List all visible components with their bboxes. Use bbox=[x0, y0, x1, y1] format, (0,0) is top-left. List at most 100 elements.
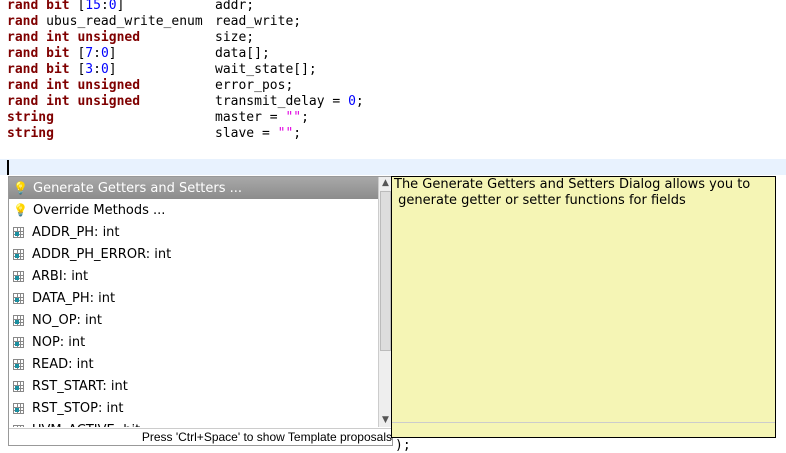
proposal-item[interactable]: NO_OP: int bbox=[9, 309, 378, 331]
proposal-label: NOP: int bbox=[32, 334, 86, 350]
range-part: : bbox=[100, 0, 109, 13]
variable-name: master = bbox=[215, 110, 286, 125]
field-icon bbox=[13, 336, 24, 348]
var-decl: slave = ""; bbox=[215, 126, 301, 142]
proposal-item[interactable]: ADDR_PH: int bbox=[9, 221, 378, 243]
type-keyword: rand bit bbox=[7, 46, 78, 61]
code-line: rand int unsigned transmit_delay = 0; bbox=[7, 94, 364, 110]
type-keyword: rand bit bbox=[7, 0, 78, 13]
proposal-item[interactable]: RST_START: int bbox=[9, 375, 378, 397]
code-line: rand bit [7:0] data[]; bbox=[7, 46, 270, 62]
lightbulb-icon: 💡 bbox=[13, 181, 28, 195]
variable-name: size; bbox=[215, 30, 255, 45]
var-decl: size; bbox=[215, 30, 254, 46]
type-keyword: string bbox=[7, 110, 54, 125]
variable-name: slave = bbox=[215, 126, 278, 141]
var-decl: data[]; bbox=[215, 46, 270, 62]
code-line: rand bit [15:0] addr; bbox=[7, 0, 254, 14]
field-icon bbox=[13, 226, 24, 238]
scrollbar[interactable]: ▲ ▼ bbox=[378, 177, 392, 427]
proposal-list[interactable]: 💡 Generate Getters and Setters ... 💡 Overri… bbox=[9, 177, 378, 427]
range-part: 0 bbox=[100, 62, 109, 77]
lightbulb-icon: 💡 bbox=[13, 203, 28, 217]
proposal-item[interactable]: 💡 Override Methods ... bbox=[9, 199, 378, 221]
code-fragment: ); bbox=[395, 438, 411, 453]
field-icon bbox=[13, 248, 24, 260]
proposal-label: RST_START: int bbox=[32, 378, 128, 394]
type-keyword: string bbox=[7, 126, 54, 141]
proposal-item[interactable]: RST_STOP: int bbox=[9, 397, 378, 419]
code-line: string master = ""; bbox=[7, 110, 309, 126]
tooltip-text: The Generate Getters and Setters Dialog … bbox=[394, 177, 751, 208]
var-decl: addr; bbox=[215, 0, 254, 14]
proposal-label: Generate Getters and Setters ... bbox=[33, 180, 243, 196]
string-literal: "" bbox=[285, 110, 302, 125]
var-decl: wait_state[]; bbox=[215, 62, 317, 78]
variable-name: addr; bbox=[215, 0, 255, 13]
proposal-label: NO_OP: int bbox=[32, 312, 102, 328]
proposal-label: READ: int bbox=[32, 356, 94, 372]
range-part: 0 bbox=[108, 0, 117, 13]
range-part: ] bbox=[108, 62, 117, 77]
variable-name: read_write; bbox=[215, 14, 302, 29]
semicolon: ; bbox=[293, 126, 302, 141]
current-line-highlight bbox=[0, 159, 786, 175]
proposal-item[interactable]: ARBI: int bbox=[9, 265, 378, 287]
content-assist-popup: 💡 Generate Getters and Setters ... 💡 Overri… bbox=[8, 176, 393, 446]
field-icon bbox=[13, 380, 24, 392]
proposal-label: Override Methods ... bbox=[33, 202, 166, 218]
range-part: ] bbox=[116, 0, 125, 13]
field-icon bbox=[13, 358, 24, 370]
tooltip-divider bbox=[392, 422, 775, 423]
var-decl: read_write; bbox=[215, 14, 301, 30]
code-line: rand bit [3:0] wait_state[]; bbox=[7, 62, 317, 78]
proposal-label: ADDR_PH_ERROR: int bbox=[32, 246, 172, 262]
semicolon: ; bbox=[301, 110, 309, 125]
semicolon: ; bbox=[355, 94, 364, 109]
range-part: : bbox=[93, 46, 101, 61]
variable-name: transmit_delay = bbox=[215, 94, 349, 109]
proposal-label: RST_STOP: int bbox=[32, 400, 124, 416]
code-editor[interactable]: rand bit [15:0] addr; rand ubus_read_write… bbox=[7, 0, 364, 142]
range-part: ] bbox=[108, 46, 117, 61]
field-icon bbox=[13, 314, 24, 326]
proposal-item[interactable]: READ: int bbox=[9, 353, 378, 375]
type-keyword: rand bit bbox=[7, 62, 78, 77]
field-icon bbox=[13, 424, 24, 427]
type-keyword: rand int unsigned bbox=[7, 94, 141, 109]
proposal-item[interactable]: NOP: int bbox=[9, 331, 378, 353]
field-icon bbox=[13, 292, 24, 304]
proposal-item[interactable]: ADDR_PH_ERROR: int bbox=[9, 243, 378, 265]
proposal-info-tooltip: The Generate Getters and Setters Dialog … bbox=[391, 176, 776, 438]
code-line: rand int unsigned error_pos; bbox=[7, 78, 293, 94]
field-icon bbox=[13, 270, 24, 282]
proposal-item[interactable]: 💡 Generate Getters and Setters ... bbox=[9, 177, 378, 199]
proposal-label: UVM_ACTIVE: bit bbox=[32, 423, 140, 428]
type-name: ubus_read_write_enum bbox=[46, 14, 203, 29]
variable-name: error_pos; bbox=[215, 78, 294, 93]
type-keyword: rand bbox=[7, 14, 47, 29]
range-part: 3 bbox=[85, 62, 94, 77]
scrollbar-thumb[interactable] bbox=[380, 191, 391, 351]
proposal-label: ARBI: int bbox=[32, 268, 89, 284]
proposal-item[interactable]: UVM_ACTIVE: bit bbox=[9, 419, 378, 427]
range-part: 15 bbox=[85, 0, 101, 13]
string-literal: "" bbox=[277, 126, 294, 141]
variable-name: wait_state[]; bbox=[215, 62, 317, 77]
field-icon bbox=[13, 402, 24, 414]
range-part: : bbox=[93, 62, 101, 77]
proposal-label: DATA_PH: int bbox=[32, 290, 116, 306]
variable-name: data[]; bbox=[215, 46, 270, 61]
proposal-label: ADDR_PH: int bbox=[32, 224, 120, 240]
type-keyword: rand int unsigned bbox=[7, 78, 141, 93]
var-decl: transmit_delay = 0; bbox=[215, 94, 364, 110]
proposal-item[interactable]: DATA_PH: int bbox=[9, 287, 378, 309]
status-hint: Press 'Ctrl+Space' to show Template prop… bbox=[9, 428, 392, 445]
text-caret bbox=[7, 160, 9, 175]
var-decl: master = ""; bbox=[215, 110, 309, 126]
type-keyword: rand int unsigned bbox=[7, 30, 141, 45]
number-literal: 0 bbox=[348, 94, 356, 109]
code-line: string slave = ""; bbox=[7, 126, 301, 142]
code-line: rand ubus_read_write_enum read_write; bbox=[7, 14, 301, 30]
range-part: 7 bbox=[85, 46, 94, 61]
